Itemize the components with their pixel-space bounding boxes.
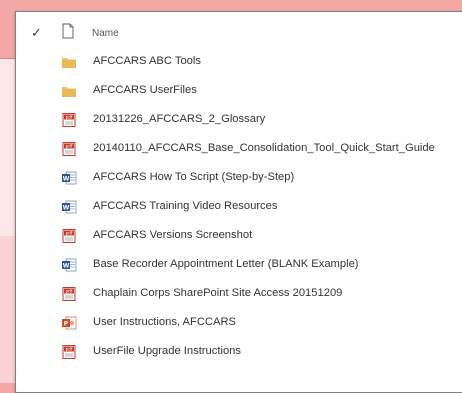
list-item[interactable]: pdf 20131226_AFCCARS_2_Glossary [16, 106, 462, 135]
item-name-link[interactable]: User Instructions, AFCCARS [93, 316, 236, 328]
list-item[interactable]: AFCCARS UserFiles [16, 77, 462, 106]
list-item[interactable]: pdf AFCCARS Versions Screenshot [16, 222, 462, 251]
word-icon: W [61, 258, 77, 272]
background-strip [0, 58, 16, 237]
list-item[interactable]: W AFCCARS Training Video Resources [16, 193, 462, 222]
pdf-icon: pdf [61, 287, 77, 301]
svg-text:pdf: pdf [66, 115, 73, 120]
powerpoint-icon: P [61, 316, 77, 330]
item-name-link[interactable]: UserFile Upgrade Instructions [93, 345, 241, 357]
pdf-icon: pdf [61, 229, 77, 243]
svg-text:pdf: pdf [66, 347, 73, 352]
file-list-panel: ✓ Name AFCCARS ABC Tools AFCCARS UserFile… [15, 11, 462, 393]
pdf-icon: pdf [61, 345, 77, 359]
list-item[interactable]: P User Instructions, AFCCARS [16, 309, 462, 338]
item-name-link[interactable]: Chaplain Corps SharePoint Site Access 20… [93, 287, 342, 299]
file-list: AFCCARS ABC Tools AFCCARS UserFiles pdf 201… [16, 48, 462, 367]
name-column-header[interactable]: Name [92, 28, 119, 39]
item-name-link[interactable]: AFCCARS How To Script (Step-by-Step) [93, 171, 294, 183]
item-name-link[interactable]: 20131226_AFCCARS_2_Glossary [93, 113, 265, 125]
select-all-checkmark[interactable]: ✓ [31, 26, 45, 40]
background-strip-lower [0, 236, 16, 383]
item-name-link[interactable]: AFCCARS ABC Tools [93, 55, 201, 67]
pdf-icon: pdf [61, 113, 77, 127]
svg-text:pdf: pdf [66, 231, 73, 236]
svg-text:W: W [63, 204, 70, 211]
list-item[interactable]: W AFCCARS How To Script (Step-by-Step) [16, 164, 462, 193]
svg-text:pdf: pdf [66, 289, 73, 294]
item-name-link[interactable]: AFCCARS Versions Screenshot [93, 229, 252, 241]
folder-icon [61, 84, 77, 98]
word-icon: W [61, 200, 77, 214]
list-item[interactable]: pdf Chaplain Corps SharePoint Site Access… [16, 280, 462, 309]
pdf-icon: pdf [61, 142, 77, 156]
list-header: ✓ Name [16, 20, 462, 48]
item-name-link[interactable]: AFCCARS UserFiles [93, 84, 197, 96]
list-item[interactable]: AFCCARS ABC Tools [16, 48, 462, 77]
list-item[interactable]: pdf 20140110_AFCCARS_Base_Consolidation_T… [16, 135, 462, 164]
folder-icon [61, 55, 77, 69]
list-item[interactable]: pdf UserFile Upgrade Instructions [16, 338, 462, 367]
list-item[interactable]: W Base Recorder Appointment Letter (BLANK… [16, 251, 462, 280]
item-name-link[interactable]: AFCCARS Training Video Resources [93, 200, 277, 212]
svg-text:W: W [63, 175, 70, 182]
word-icon: W [61, 171, 77, 185]
svg-text:W: W [63, 262, 70, 269]
svg-text:P: P [64, 320, 69, 327]
svg-text:pdf: pdf [66, 144, 73, 149]
item-name-link[interactable]: Base Recorder Appointment Letter (BLANK … [93, 258, 359, 270]
item-name-link[interactable]: 20140110_AFCCARS_Base_Consolidation_Tool… [93, 142, 435, 154]
document-type-icon[interactable] [62, 23, 74, 39]
